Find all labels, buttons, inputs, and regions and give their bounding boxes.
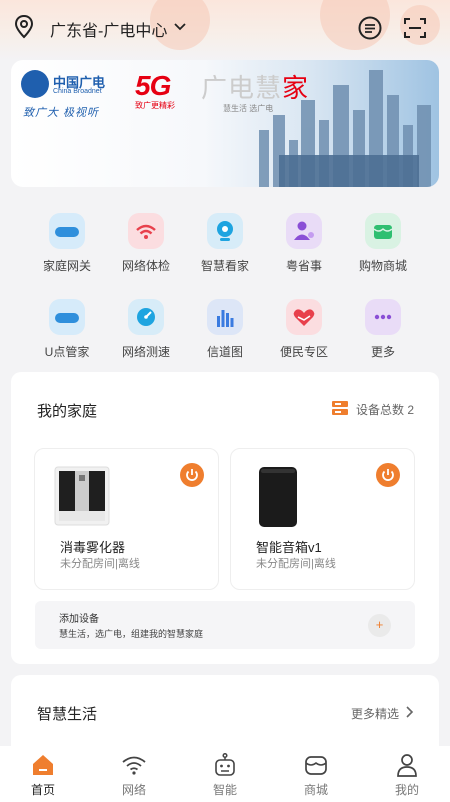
device-total-count[interactable]: 设备总数 2 [356, 401, 414, 418]
grid-item-label: 家庭网关 [42, 259, 91, 273]
5g-slogan: 致广更精彩 [135, 101, 175, 110]
chevron-right-icon[interactable] [403, 705, 415, 719]
device-list-icon [332, 401, 348, 415]
grid-item-shop[interactable]: 购物商城 [344, 210, 422, 273]
my-family-card: 我的家庭 设备总数 2 消毒雾化器 未分配房间|离线 智能音箱v1 未分配房间|… [11, 372, 439, 664]
tab-network[interactable]: 网络 [99, 746, 169, 802]
my-family-title: 我的家庭 [37, 403, 98, 420]
tab-home[interactable]: 首页 [8, 746, 78, 802]
grid-item-u-manager[interactable]: U点管家 [28, 296, 106, 359]
grid-item-label: 智慧看家 [200, 259, 249, 273]
device-status: 未分配房间|离线 [256, 558, 336, 570]
china-broadnet-en: China Broadnet [53, 88, 102, 95]
more-icon [365, 299, 401, 335]
power-icon [382, 469, 394, 481]
grid-item-label: 便民专区 [279, 345, 328, 359]
cloud-icon [49, 299, 85, 335]
heart-hands-icon [286, 299, 322, 335]
grid-item-smart-watch[interactable]: 智慧看家 [186, 210, 264, 273]
grid-item-network-check[interactable]: 网络体检 [107, 210, 185, 273]
promo-banner[interactable]: 中国广电 China Broadnet 致广大 极视听 5G 致广更精彩 广电慧… [11, 60, 439, 187]
grid-item-label: 更多 [370, 345, 395, 359]
location-selector[interactable]: 广东省-广电中心 [50, 17, 167, 41]
user-icon [397, 754, 417, 777]
scan-icon[interactable] [402, 15, 428, 41]
grid-item-label: 网络测速 [121, 345, 170, 359]
device-card[interactable]: 智能音箱v1 未分配房间|离线 [230, 448, 415, 590]
store-icon [305, 756, 327, 775]
grid-item-yue-sheng-shi[interactable]: 粤省事 [265, 210, 343, 273]
china-broadnet-logo-mark [21, 70, 49, 98]
power-icon [186, 469, 198, 481]
add-device-button[interactable]: + [368, 614, 391, 637]
grid-item-channel-map[interactable]: 信道图 [186, 296, 264, 359]
device-card[interactable]: 消毒雾化器 未分配房间|离线 [34, 448, 219, 590]
tab-label: 商城 [303, 783, 328, 797]
top-header: 广东省-广电中心 [0, 0, 450, 60]
grid-item-gateway[interactable]: 家庭网关 [28, 210, 106, 273]
grid-item-speed-test[interactable]: 网络测速 [107, 296, 185, 359]
add-device-title: 添加设备 [59, 614, 99, 625]
device-name: 智能音箱v1 [256, 540, 322, 555]
chevron-down-icon[interactable] [172, 18, 188, 34]
grid-item-label: 信道图 [206, 345, 243, 359]
tab-label: 首页 [30, 783, 55, 797]
home-icon [33, 755, 53, 775]
bar-chart-icon [207, 299, 243, 335]
power-button[interactable] [376, 463, 400, 487]
wifi-icon [122, 756, 146, 775]
message-icon[interactable] [357, 15, 383, 41]
robot-icon [215, 752, 235, 776]
tab-mine[interactable]: 我的 [372, 746, 442, 802]
smart-life-title: 智慧生活 [37, 706, 98, 723]
camera-icon [207, 213, 243, 249]
smart-life-section: 智慧生活 更多精选 [11, 675, 439, 750]
grid-item-public-service[interactable]: 便民专区 [265, 296, 343, 359]
device-name: 消毒雾化器 [60, 540, 126, 555]
location-pin-icon[interactable] [12, 14, 36, 40]
tab-label: 我的 [394, 783, 419, 797]
smart-speaker-image [259, 467, 297, 527]
shop-icon [365, 213, 401, 249]
tab-smart[interactable]: 智能 [190, 746, 260, 802]
person-icon [286, 213, 322, 249]
tab-label: 智能 [212, 783, 237, 797]
add-device-subtitle: 慧生活，选广电，组建我的智慧家庭 [59, 629, 204, 639]
wifi-check-icon [128, 213, 164, 249]
grid-item-more[interactable]: 更多 [344, 296, 422, 359]
speedometer-icon [128, 299, 164, 335]
5g-mark: 5G [135, 70, 171, 101]
bottom-tab-bar: 首页 网络 智能 商城 我的 [0, 746, 450, 802]
device-status: 未分配房间|离线 [60, 558, 140, 570]
5g-logo: 5G 致广更精彩 [135, 70, 175, 111]
china-broadnet-slogan: 致广大 极视听 [23, 107, 100, 119]
grid-item-label: 网络体检 [121, 259, 170, 273]
tab-store[interactable]: 商城 [281, 746, 351, 802]
gateway-icon [49, 213, 85, 249]
add-device-banner[interactable]: 添加设备 慧生活，选广电，组建我的智慧家庭 + [35, 601, 415, 649]
disinfection-atomizer-image [54, 466, 110, 526]
city-skyline-image [259, 70, 431, 187]
china-broadnet-logo: 中国广电 China Broadnet 致广大 极视听 [21, 70, 121, 120]
grid-item-label: U点管家 [44, 345, 90, 359]
grid-item-label: 粤省事 [285, 259, 322, 273]
tab-label: 网络 [121, 783, 146, 797]
grid-item-label: 购物商城 [358, 259, 407, 273]
power-button[interactable] [180, 463, 204, 487]
more-picks-link[interactable]: 更多精选 [351, 705, 399, 722]
